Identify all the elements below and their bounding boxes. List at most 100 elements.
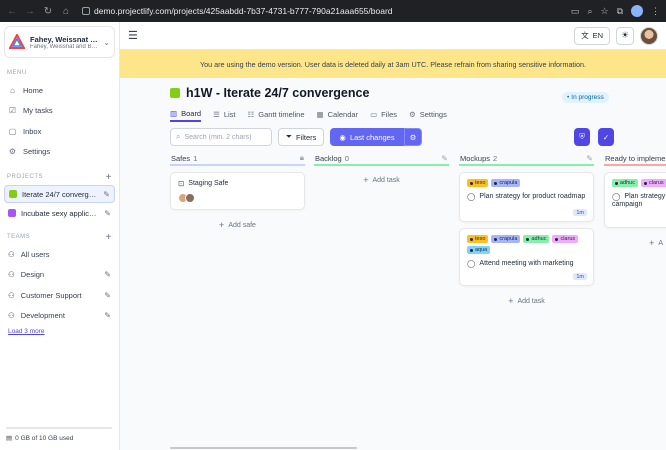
theme-toggle-button[interactable]: ☀ [616, 26, 634, 45]
project-label: Iterate 24/7 converge... [22, 189, 99, 199]
search-field[interactable]: ⌕ [170, 128, 272, 146]
horizontal-scrollbar[interactable] [170, 447, 357, 449]
back-icon[interactable]: ← [6, 6, 18, 17]
last-changes-settings-button[interactable]: ⚙ [403, 128, 423, 146]
extensions-icon[interactable]: ⧉ [617, 6, 623, 17]
card-title: Staging Safe [188, 180, 229, 187]
sidebar-team-design[interactable]: ⚇ Design ✎ [0, 265, 119, 286]
tag: clarus [552, 235, 579, 243]
sidebar-team-customer-support[interactable]: ⚇ Customer Support ✎ [0, 285, 119, 306]
sidebar-team-all-users[interactable]: ⚇ All users [0, 244, 119, 265]
lock-icon[interactable]: 🔒︎ [300, 153, 304, 163]
translate-icon: 文 [581, 31, 589, 40]
load-more-link[interactable]: Load 3 more [0, 326, 119, 337]
check-circle-icon[interactable]: ◯ [612, 192, 620, 201]
board-icon: ▥ [170, 108, 178, 118]
address-bar[interactable]: demo.projectlify.com/projects/425aabdd-7… [82, 6, 565, 16]
edit-icon[interactable]: ✎ [104, 209, 111, 218]
tab-gantt[interactable]: ☷ Gantt timeline [248, 106, 305, 122]
add-task-button[interactable]: + A [604, 238, 666, 248]
edit-icon[interactable]: ✎ [103, 190, 110, 199]
status-badge[interactable]: • In progress [562, 92, 609, 103]
safe-card[interactable]: ⊡ Staging Safe [170, 172, 305, 210]
list-icon: ☰ [213, 109, 220, 119]
last-changes-button[interactable]: ◉ Last changes [330, 128, 404, 146]
search-icon: ⌕ [176, 132, 181, 141]
tab-label: Calendar [327, 109, 359, 119]
board-toolbar: ⌕ ⏷ Filters ◉ Last changes ⚙ ⛨ ✓ [170, 128, 614, 146]
tab-files[interactable]: ▭ Files [370, 106, 397, 122]
tab-list[interactable]: ☰ List [213, 106, 235, 122]
projects-section-label: PROJECTS + [0, 170, 119, 184]
bookmark-icon[interactable]: ☆ [600, 6, 608, 17]
edit-icon[interactable]: ✎ [586, 154, 593, 163]
task-tags: adhuc clarus [612, 179, 666, 187]
forward-icon[interactable]: → [24, 6, 36, 17]
tab-label: Board [181, 108, 202, 118]
sidebar-item-inbox[interactable]: ▢ Inbox [0, 121, 119, 142]
sidebar-team-development[interactable]: ⚇ Development ✎ [0, 306, 119, 327]
user-avatar[interactable] [640, 26, 658, 45]
profile-avatar[interactable] [631, 5, 643, 17]
browser-toolbar: ← → ↻ ⌂ demo.projectlify.com/projects/42… [0, 0, 666, 22]
cast-icon[interactable]: ▭ [571, 6, 580, 17]
workspace-switcher[interactable]: Fahey, Weissnat an... Fahey, Weissnat an… [4, 26, 115, 58]
add-project-icon[interactable]: + [106, 172, 112, 183]
edit-icon[interactable]: ✎ [441, 154, 448, 163]
gear-icon: ⚙ [8, 147, 17, 157]
shield-icon: ⛨ [579, 132, 585, 141]
folder-icon: ▭ [370, 109, 378, 119]
sun-icon: ☀ [620, 30, 630, 40]
tag: crapula [491, 235, 521, 243]
add-task-button[interactable]: + Add task [314, 175, 449, 185]
estimate-badge: 1m [573, 209, 587, 216]
tab-calendar[interactable]: ▦ Calendar [317, 106, 359, 122]
assignee-avatars [178, 193, 297, 203]
lock-icon: ⊡ [178, 179, 185, 188]
site-info-icon[interactable] [82, 7, 90, 15]
users-icon: ⚇ [8, 249, 15, 259]
sidebar-project-incubate[interactable]: Incubate sexy applica... ✎ [4, 204, 115, 222]
reload-icon[interactable]: ↻ [42, 6, 54, 17]
add-label: Add safe [228, 221, 256, 229]
teams-section-label: TEAMS + [0, 230, 119, 244]
tab-board[interactable]: ▥ Board [170, 106, 202, 122]
teams-label: TEAMS [7, 234, 31, 240]
tag: adhuc [612, 179, 638, 187]
check-circle-icon[interactable]: ◯ [467, 192, 475, 201]
task-card[interactable]: adhuc clarus ◯ Plan strategy campaign [604, 172, 666, 228]
browser-menu-icon[interactable]: ⋮ [651, 6, 660, 17]
gear-icon: ⚙ [409, 132, 417, 142]
add-task-button[interactable]: + Add task [459, 296, 594, 306]
task-card[interactable]: texo crapula ◯ Plan strategy for product… [459, 172, 594, 222]
check-circle-icon[interactable]: ◯ [467, 259, 475, 268]
tab-settings[interactable]: ⚙ Settings [409, 106, 447, 122]
sidebar-project-iterate[interactable]: Iterate 24/7 converge... ✎ [4, 185, 115, 203]
zoom-icon[interactable]: ⌕ [587, 6, 592, 17]
add-team-icon[interactable]: + [106, 232, 112, 243]
sidebar-item-home[interactable]: ⌂ Home [0, 80, 119, 101]
storage-text: 0 GB of 10 GB used [15, 434, 74, 442]
team-label: Customer Support [20, 290, 82, 300]
task-card[interactable]: texo crapula adhuc clarus aqua ◯ Attend … [459, 228, 594, 286]
edit-icon[interactable]: ✎ [104, 291, 111, 300]
hamburger-menu-icon[interactable]: ☰ [128, 29, 138, 42]
add-label: Add task [372, 176, 400, 184]
filters-label: Filters [296, 132, 317, 142]
tag: texo [467, 179, 489, 187]
sidebar-item-settings[interactable]: ⚙ Settings [0, 142, 119, 163]
sidebar-item-my-tasks[interactable]: ☑ My tasks [0, 101, 119, 122]
add-safe-button[interactable]: + Add safe [170, 220, 305, 230]
tasks-icon: ☑ [8, 106, 17, 116]
column-header: Mockups 2 ✎ [459, 152, 594, 166]
language-select[interactable]: 文 EN [574, 26, 610, 45]
search-input[interactable] [184, 133, 265, 141]
filters-button[interactable]: ⏷ Filters [278, 128, 325, 146]
sidebar-item-label: Home [23, 85, 44, 95]
sidebar-item-label: My tasks [23, 106, 53, 116]
shield-button[interactable]: ⛨ [574, 128, 590, 146]
check-list-button[interactable]: ✓ [598, 128, 614, 146]
edit-icon[interactable]: ✎ [104, 270, 111, 279]
home-icon[interactable]: ⌂ [60, 6, 72, 17]
edit-icon[interactable]: ✎ [104, 311, 111, 320]
